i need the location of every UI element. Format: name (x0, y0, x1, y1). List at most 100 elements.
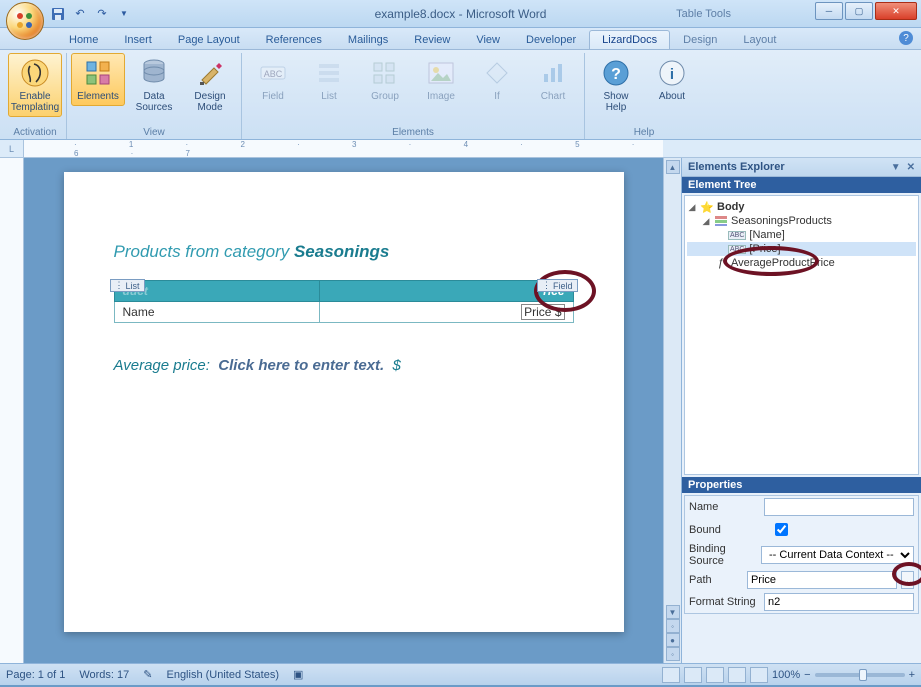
undo-icon[interactable]: ↶ (72, 6, 88, 22)
average-price-row: Average price: Click here to enter text.… (114, 357, 574, 374)
field-smart-tag[interactable]: ⋮ Field (537, 279, 578, 292)
next-page-icon[interactable]: ◦ (666, 647, 680, 661)
tree-node-body[interactable]: ◢ ⭐ Body (687, 200, 916, 214)
zoom-slider[interactable] (815, 673, 905, 677)
avg-placeholder[interactable]: Click here to enter text. (218, 357, 384, 374)
show-help-button[interactable]: ? Show Help (589, 53, 643, 117)
status-page[interactable]: Page: 1 of 1 (6, 669, 65, 681)
prop-format-input[interactable] (764, 593, 914, 611)
tab-developer[interactable]: Developer (513, 30, 589, 49)
vertical-scrollbar[interactable]: ▲ ▼ ◦ ● ◦ (663, 158, 681, 663)
minimize-button[interactable]: ─ (815, 2, 843, 20)
prop-binding-source-select[interactable]: -- Current Data Context -- (761, 546, 914, 564)
prev-page-icon[interactable]: ◦ (666, 619, 680, 633)
about-button[interactable]: i About (645, 53, 699, 106)
view-draft-button[interactable] (750, 667, 768, 683)
ribbon-tabs: Home Insert Page Layout References Maili… (0, 28, 921, 50)
tree-node-avg[interactable]: ƒ AverageProductPrice (687, 256, 916, 270)
tab-home[interactable]: Home (56, 30, 111, 49)
vertical-ruler[interactable] (0, 158, 24, 663)
element-tree-header: Element Tree (682, 177, 921, 193)
design-mode-icon (194, 57, 226, 89)
prop-binding-source-label: Binding Source (689, 543, 757, 567)
prop-bound-label: Bound (689, 524, 767, 536)
prop-path-input[interactable] (747, 571, 897, 589)
list-smart-tag[interactable]: ⋮ List (110, 279, 145, 292)
help-icon[interactable]: ? (899, 31, 913, 45)
svg-text:ABC: ABC (264, 69, 283, 79)
page-scroll[interactable]: Products from category Seasonings ⋮ List… (24, 158, 663, 663)
field-node-icon: ABC (728, 231, 746, 240)
proofing-icon[interactable]: ✎ (143, 668, 152, 681)
status-words[interactable]: Words: 17 (79, 669, 129, 681)
data-sources-button[interactable]: Data Sources (127, 53, 181, 117)
zoom-level[interactable]: 100% (772, 669, 800, 681)
cell-price[interactable]: Price $ (320, 302, 573, 323)
tab-design[interactable]: Design (670, 30, 730, 49)
products-table: duct Price Name Price $ (114, 280, 574, 323)
horizontal-ruler[interactable]: · 1 · 2 · 3 · 4 · 5 · 6 · 7 (24, 140, 663, 157)
explorer-title-bar[interactable]: Elements Explorer ▼✕ (682, 158, 921, 177)
list-icon (313, 57, 345, 89)
zoom-out-button[interactable]: − (804, 669, 810, 681)
list-node-icon (714, 215, 728, 227)
element-tree[interactable]: ◢ ⭐ Body ◢ SeasoningsProducts ABC [Name]… (684, 195, 919, 475)
panel-dropdown-icon[interactable]: ▼ (891, 162, 901, 173)
status-language[interactable]: English (United States) (166, 669, 279, 681)
document-page[interactable]: Products from category Seasonings ⋮ List… (64, 172, 624, 632)
quick-access-toolbar: ↶ ↷ ▼ (50, 6, 132, 22)
enable-templating-button[interactable]: Enable Templating (8, 53, 62, 117)
ribbon-group-activation: Enable Templating Activation (4, 53, 67, 139)
database-icon (138, 57, 170, 89)
tab-view[interactable]: View (463, 30, 513, 49)
status-bar: Page: 1 of 1 Words: 17 ✎ English (United… (0, 663, 921, 685)
table-row[interactable]: Name Price $ (114, 302, 573, 323)
chart-icon (537, 57, 569, 89)
view-full-screen-button[interactable] (684, 667, 702, 683)
office-button[interactable] (6, 2, 44, 40)
save-icon[interactable] (50, 6, 66, 22)
view-print-layout-button[interactable] (662, 667, 680, 683)
function-node-icon: ƒ (714, 257, 728, 269)
svg-text:i: i (670, 66, 674, 83)
tab-mailings[interactable]: Mailings (335, 30, 401, 49)
prop-name-input[interactable] (764, 498, 914, 516)
elements-button[interactable]: Elements (71, 53, 125, 106)
context-tab-title: Table Tools (676, 8, 731, 20)
ribbon-group-elements: ABC Field List Group Image If Chart (242, 53, 585, 139)
close-button[interactable]: ✕ (875, 2, 917, 20)
tree-node-name[interactable]: ABC [Name] (687, 228, 916, 242)
tab-references[interactable]: References (253, 30, 335, 49)
scroll-up-icon[interactable]: ▲ (666, 160, 680, 174)
tree-node-price[interactable]: ABC [Price] (687, 242, 916, 256)
col-header-price: Price (320, 281, 573, 302)
tab-page-layout[interactable]: Page Layout (165, 30, 253, 49)
panel-close-icon[interactable]: ✕ (907, 162, 915, 173)
prop-path-browse-button[interactable]: … (901, 571, 914, 589)
macro-record-icon[interactable]: ▣ (293, 668, 303, 681)
elements-icon (82, 57, 114, 89)
elements-explorer-panel: Elements Explorer ▼✕ Element Tree ◢ ⭐ Bo… (681, 158, 921, 663)
star-icon: ⭐ (700, 201, 714, 213)
view-outline-button[interactable] (728, 667, 746, 683)
tree-node-seasonings[interactable]: ◢ SeasoningsProducts (687, 214, 916, 228)
redo-icon[interactable]: ↷ (94, 6, 110, 22)
tab-lizarddocs[interactable]: LizardDocs (589, 30, 670, 49)
qat-dropdown-icon[interactable]: ▼ (116, 6, 132, 22)
browse-object-icon[interactable]: ● (666, 633, 680, 647)
scroll-down-icon[interactable]: ▼ (666, 605, 680, 619)
field-button: ABC Field (246, 53, 300, 106)
maximize-button[interactable]: ▢ (845, 2, 873, 20)
prop-path-label: Path (689, 574, 743, 586)
prop-format-label: Format String (689, 596, 760, 608)
tab-layout[interactable]: Layout (730, 30, 789, 49)
design-mode-button[interactable]: Design Mode (183, 53, 237, 117)
zoom-in-button[interactable]: + (909, 669, 915, 681)
tab-insert[interactable]: Insert (111, 30, 165, 49)
tab-review[interactable]: Review (401, 30, 463, 49)
prop-bound-checkbox[interactable] (775, 523, 788, 536)
cell-name[interactable]: Name (114, 302, 320, 323)
view-web-layout-button[interactable] (706, 667, 724, 683)
doc-heading: Products from category Seasonings (114, 242, 574, 262)
field-icon: ABC (257, 57, 289, 89)
